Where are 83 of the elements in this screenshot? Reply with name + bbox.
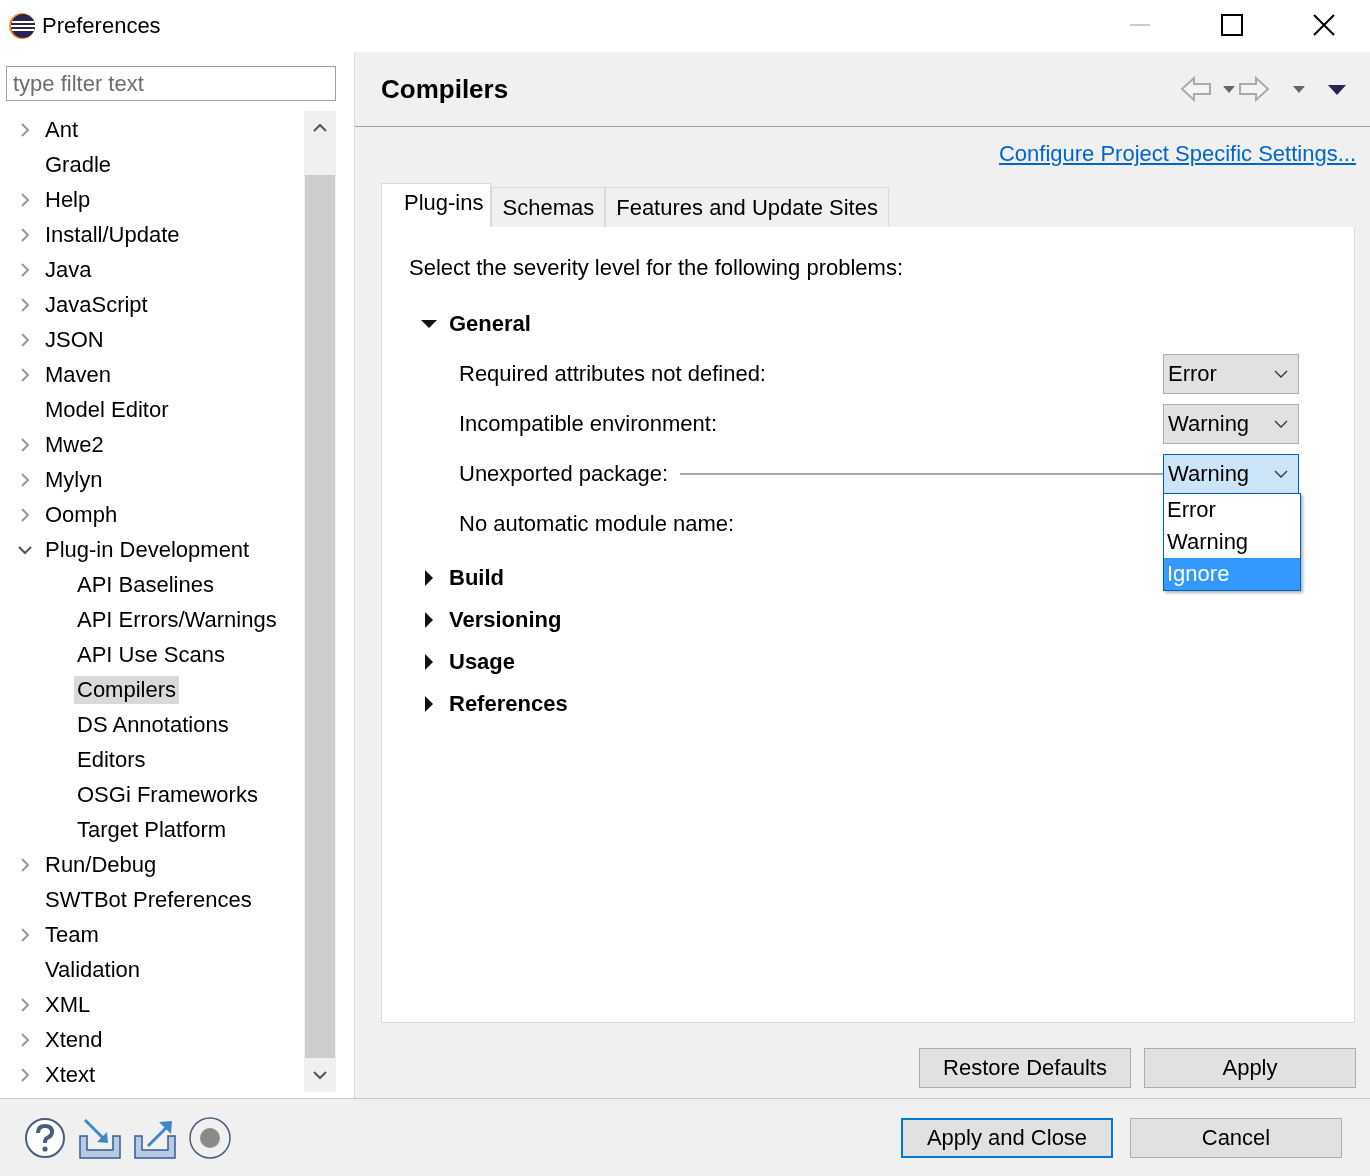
tree-item[interactable]: API Use Scans bbox=[74, 640, 228, 669]
dropdown-icon[interactable] bbox=[1293, 86, 1305, 93]
app-logo-icon bbox=[8, 12, 36, 40]
chevron-right-icon[interactable] bbox=[18, 190, 32, 209]
chevron-right-icon[interactable] bbox=[18, 925, 32, 944]
tree-item[interactable]: API Baselines bbox=[74, 570, 217, 599]
tree-item[interactable]: Model Editor bbox=[42, 395, 172, 424]
scroll-up-icon[interactable] bbox=[313, 123, 327, 133]
tree-item[interactable]: Xtend bbox=[42, 1025, 106, 1054]
tab[interactable]: Plug-ins bbox=[381, 183, 492, 227]
severity-dropdown[interactable]: Error bbox=[1163, 354, 1299, 394]
tree-item[interactable]: Target Platform bbox=[74, 815, 230, 844]
chevron-right-icon[interactable] bbox=[18, 995, 32, 1014]
record-icon[interactable] bbox=[187, 1115, 233, 1160]
tree-item[interactable]: DS Annotations bbox=[74, 710, 232, 739]
tree-item[interactable]: Mylyn bbox=[42, 465, 106, 494]
tree-item[interactable]: Team bbox=[42, 920, 102, 949]
setting-label: No automatic module name: bbox=[459, 511, 735, 537]
severity-dropdown[interactable]: Warning bbox=[1163, 404, 1299, 444]
tree-item[interactable]: Xtext bbox=[42, 1060, 99, 1089]
tab[interactable]: Schemas bbox=[491, 187, 606, 227]
tree-item[interactable]: Maven bbox=[42, 360, 115, 389]
tree-item[interactable]: Java bbox=[42, 255, 95, 284]
instruction-text: Select the severity level for the following problems: bbox=[409, 255, 904, 281]
dropdown-icon[interactable] bbox=[1223, 86, 1235, 93]
tree-item[interactable]: Gradle bbox=[42, 150, 115, 179]
page-button[interactable]: Restore Defaults bbox=[919, 1048, 1131, 1088]
menu-icon[interactable] bbox=[1328, 85, 1346, 95]
section-title[interactable]: References bbox=[449, 691, 568, 717]
help-icon[interactable] bbox=[22, 1115, 68, 1160]
tree-item[interactable]: Validation bbox=[42, 955, 143, 984]
filter-field[interactable]: type filter text bbox=[6, 66, 336, 101]
chevron-right-icon[interactable] bbox=[18, 1065, 32, 1084]
window-title: Preferences bbox=[42, 13, 161, 39]
chevron-right-icon[interactable] bbox=[18, 435, 32, 454]
project-settings-link[interactable]: Configure Project Specific Settings... bbox=[998, 141, 1356, 169]
chevron-right-icon[interactable] bbox=[18, 855, 32, 874]
menu-option[interactable]: Error bbox=[1164, 494, 1300, 526]
tree-item[interactable]: OSGi Frameworks bbox=[74, 780, 261, 809]
dialog-button[interactable]: Cancel bbox=[1130, 1117, 1342, 1158]
page-title: Compilers bbox=[381, 73, 509, 105]
chevron-down-icon bbox=[1274, 419, 1288, 429]
section-title[interactable]: Build bbox=[449, 565, 504, 591]
tree-item[interactable]: Help bbox=[42, 185, 94, 214]
tree-item[interactable]: Install/Update bbox=[42, 220, 183, 249]
setting-label: Required attributes not defined: bbox=[459, 361, 766, 387]
chevron-right-icon[interactable] bbox=[18, 1030, 32, 1049]
tree-item[interactable]: JavaScript bbox=[42, 290, 151, 319]
tree-item[interactable]: API Errors/Warnings bbox=[74, 605, 280, 634]
section-title[interactable]: Usage bbox=[449, 649, 516, 675]
section-title[interactable]: Versioning bbox=[449, 607, 562, 633]
chevron-right-icon[interactable] bbox=[18, 260, 32, 279]
tree-item[interactable]: Oomph bbox=[42, 500, 121, 529]
chevron-right-icon[interactable] bbox=[18, 365, 32, 384]
tree-item[interactable]: XML bbox=[42, 990, 94, 1019]
chevron-right-icon[interactable] bbox=[18, 330, 32, 349]
tree-item[interactable]: Compilers bbox=[74, 675, 180, 704]
back-arrow-icon[interactable] bbox=[1180, 75, 1211, 103]
tree-item[interactable]: Ant bbox=[42, 115, 82, 144]
tree-item[interactable]: Editors bbox=[74, 745, 149, 774]
chevron-down-icon bbox=[1274, 369, 1288, 379]
setting-label: Unexported package: bbox=[459, 461, 669, 487]
chevron-right-icon[interactable] bbox=[18, 295, 32, 314]
tree-item[interactable]: JSON bbox=[42, 325, 107, 354]
chevron-right-icon[interactable] bbox=[18, 505, 32, 524]
tree-item[interactable]: SWTBot Preferences bbox=[42, 885, 255, 914]
tree-item[interactable]: Plug-in Development bbox=[42, 535, 253, 564]
chevron-right-icon[interactable] bbox=[18, 120, 32, 139]
setting-label: Incompatible environment: bbox=[459, 411, 718, 437]
severity-dropdown[interactable]: Warning bbox=[1163, 454, 1299, 494]
forward-arrow-icon[interactable] bbox=[1239, 75, 1270, 103]
page-button[interactable]: Apply bbox=[1144, 1048, 1356, 1088]
chevron-right-icon[interactable] bbox=[18, 225, 32, 244]
scrollbar[interactable] bbox=[304, 111, 336, 1092]
chevron-right-icon[interactable] bbox=[18, 470, 32, 489]
tree-item[interactable]: Mwe2 bbox=[42, 430, 107, 459]
tab[interactable]: Features and Update Sites bbox=[605, 187, 889, 227]
menu-option[interactable]: Warning bbox=[1164, 526, 1300, 558]
chevron-down-icon bbox=[1274, 469, 1288, 479]
section-title[interactable]: General bbox=[449, 311, 531, 337]
tree-item[interactable]: Run/Debug bbox=[42, 850, 160, 879]
scroll-down-icon[interactable] bbox=[313, 1070, 327, 1080]
dialog-button[interactable]: Apply and Close bbox=[901, 1117, 1113, 1158]
